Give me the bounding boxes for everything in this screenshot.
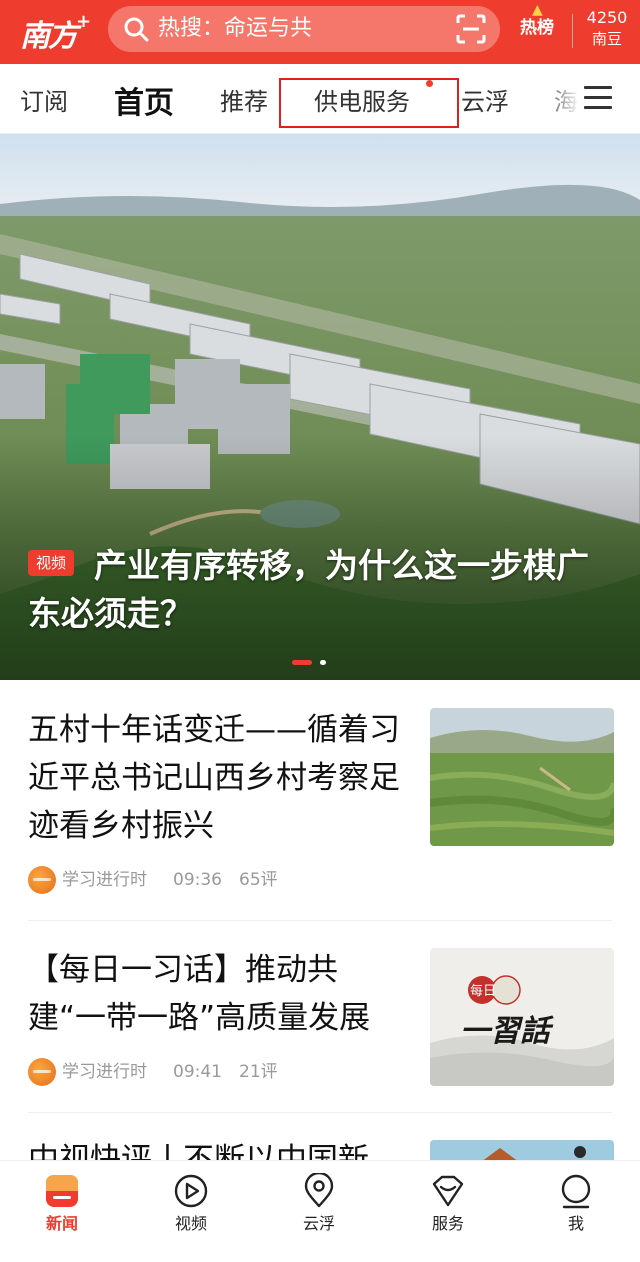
new-badge-dot [426, 80, 433, 87]
article-comments: 21评 [239, 1062, 278, 1082]
nav-me[interactable]: 我 [536, 1173, 616, 1237]
points-label: 南豆 [591, 30, 622, 48]
header-divider [572, 14, 573, 48]
profile-icon [561, 1174, 591, 1209]
article-thumbnail: 每日 一習話 [430, 948, 614, 1086]
video-badge: 视频 [28, 550, 75, 576]
tab-fade [540, 70, 580, 128]
article-source: 学习进行时 [62, 870, 147, 890]
hero-title: 产业有序转移，为什么这一步棋广东必须走？ [28, 546, 589, 633]
search-bar[interactable]: 热搜：命运与共 [108, 6, 500, 52]
service-icon [432, 1175, 464, 1207]
points-value: 4250 [586, 8, 628, 27]
search-icon [124, 17, 149, 42]
source-avatar [28, 1058, 56, 1086]
nav-label: 视频 [174, 1214, 207, 1233]
news-icon [46, 1175, 78, 1207]
source-avatar [28, 866, 56, 894]
menu-icon[interactable] [584, 86, 612, 112]
bottom-navigation: 新闻 视频 云浮 服务 我 [0, 1160, 640, 1262]
article-title: 五村十年话变迁——循着习近平总书记山西乡村考察足迹看乡村振兴 [28, 712, 400, 844]
hot-list-label: 热榜 [520, 18, 554, 38]
carousel-dot [320, 660, 326, 665]
nav-label: 云浮 [302, 1214, 335, 1233]
nav-news[interactable]: 新闻 [22, 1173, 102, 1237]
location-icon [304, 1173, 334, 1208]
carousel-dot-active [292, 660, 312, 665]
nav-label: 服务 [431, 1214, 464, 1233]
article-comments: 65评 [239, 870, 278, 890]
tab-yunfu[interactable]: 云浮 [461, 82, 509, 117]
logo-plus: + [76, 11, 91, 32]
nav-label: 我 [567, 1214, 584, 1233]
points-button[interactable]: 4250 南豆 [578, 8, 636, 50]
app-logo[interactable]: 南方+ [20, 6, 100, 54]
nav-service[interactable]: 服务 [408, 1173, 488, 1237]
top-header: 南方+ 热搜：命运与共 ▲ 热榜 4250 南豆 [0, 0, 640, 64]
logo-text: 南方 [20, 19, 78, 54]
tab-subscribe[interactable]: 订阅 [20, 82, 68, 117]
flame-icon: ▲ [532, 2, 543, 18]
thumb-text-small: 每日 [470, 984, 497, 999]
scan-icon[interactable] [456, 14, 486, 44]
article-time: 09:41 [173, 1062, 222, 1082]
nav-video[interactable]: 视频 [151, 1173, 231, 1237]
hero-banner[interactable]: 产业有序转移，为什么这一步棋广东必须走？ 视频 [0, 134, 640, 680]
divider [28, 920, 612, 921]
active-tab-indicator [137, 58, 155, 63]
article-source: 学习进行时 [62, 1062, 147, 1082]
divider [28, 1112, 612, 1113]
nav-label: 新闻 [45, 1214, 78, 1233]
tab-recommend[interactable]: 推荐 [220, 82, 268, 117]
search-hot-query: 热搜：命运与共 [158, 16, 313, 41]
article-title: 【每日一习话】推动共建“一带一路”高质量发展 [28, 952, 371, 1036]
nav-yunfu[interactable]: 云浮 [279, 1173, 359, 1237]
article-thumbnail [430, 708, 614, 846]
hot-list-button[interactable]: ▲ 热榜 [514, 2, 560, 48]
video-icon [174, 1174, 208, 1208]
article-time: 09:36 [173, 870, 222, 890]
thumb-text-big: 一習話 [460, 1014, 550, 1049]
tab-home[interactable]: 首页 [114, 78, 174, 122]
